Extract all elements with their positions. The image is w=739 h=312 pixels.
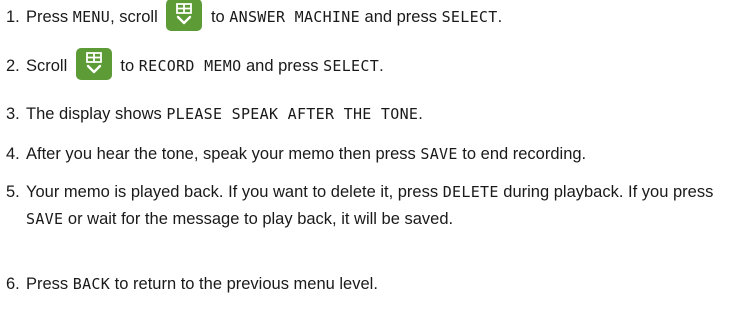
step-body: After you hear the tone, speak your memo… [26,145,586,163]
display-text: MENU [72,8,111,26]
step-text: Press [26,275,73,293]
step-4: 4. After you hear the tone, speak your me… [6,141,734,168]
step-text: to [115,57,139,75]
display-text: BACK [72,275,111,293]
step-text: . [497,8,503,26]
step-text: to return to the previous menu level. [110,275,378,293]
step-body: Press BACK to return to the previous men… [26,275,378,293]
step-body: The display shows PLEASE SPEAK AFTER THE… [26,105,423,123]
step-number: 2. [6,57,20,75]
display-text: RECORD MEMO [138,57,242,75]
step-text: After you hear the tone, speak your memo… [26,145,421,163]
step-5: 5. Your memo is played back. If you want … [6,179,734,233]
display-text: DELETE [442,183,499,201]
step-number: 4. [6,145,20,163]
step-text: to end recording. [457,145,587,163]
step-text: The display shows [26,105,167,123]
step-6: 6. Press BACK to return to the previous m… [6,271,734,298]
step-text: and press [241,57,324,75]
step-text: Your memo is played back. If you want to… [26,183,443,201]
display-text: SAVE [420,145,458,163]
step-text: or wait for the message to play back, it… [63,210,454,228]
display-text: SELECT [323,57,380,75]
display-text: ANSWER MACHINE [229,8,360,26]
step-text: during playback. If you press [498,183,714,201]
step-text: to [206,8,230,26]
step-text: Press [26,8,73,26]
step-3: 3. The display shows PLEASE SPEAK AFTER T… [6,101,734,128]
scroll-button-icon [166,0,203,31]
step-text: . [418,105,423,123]
step-text: and press [359,8,442,26]
display-text: SELECT [441,8,498,26]
step-1: 1. Press MENU, scroll to ANSWER MACHINE a… [6,0,734,31]
step-text: . [379,57,384,75]
step-body: Your memo is played back. If you want to… [26,179,716,233]
step-body: Press MENU, scroll to ANSWER MACHINE and… [26,0,503,31]
scroll-button-icon [75,47,112,80]
step-number: 1. [6,8,20,26]
display-text: SAVE [26,210,64,228]
step-number: 5. [6,183,20,201]
step-body: Scroll to RECORD MEMO and press SELECT. [26,47,384,80]
step-text: Scroll [26,57,72,75]
display-text: PLEASE SPEAK AFTER THE TONE [166,105,419,123]
step-text: , scroll [110,8,163,26]
step-number: 3. [6,105,20,123]
step-2: 2. Scroll to RECORD MEMO and press SELECT… [6,47,734,80]
step-number: 6. [6,275,20,293]
